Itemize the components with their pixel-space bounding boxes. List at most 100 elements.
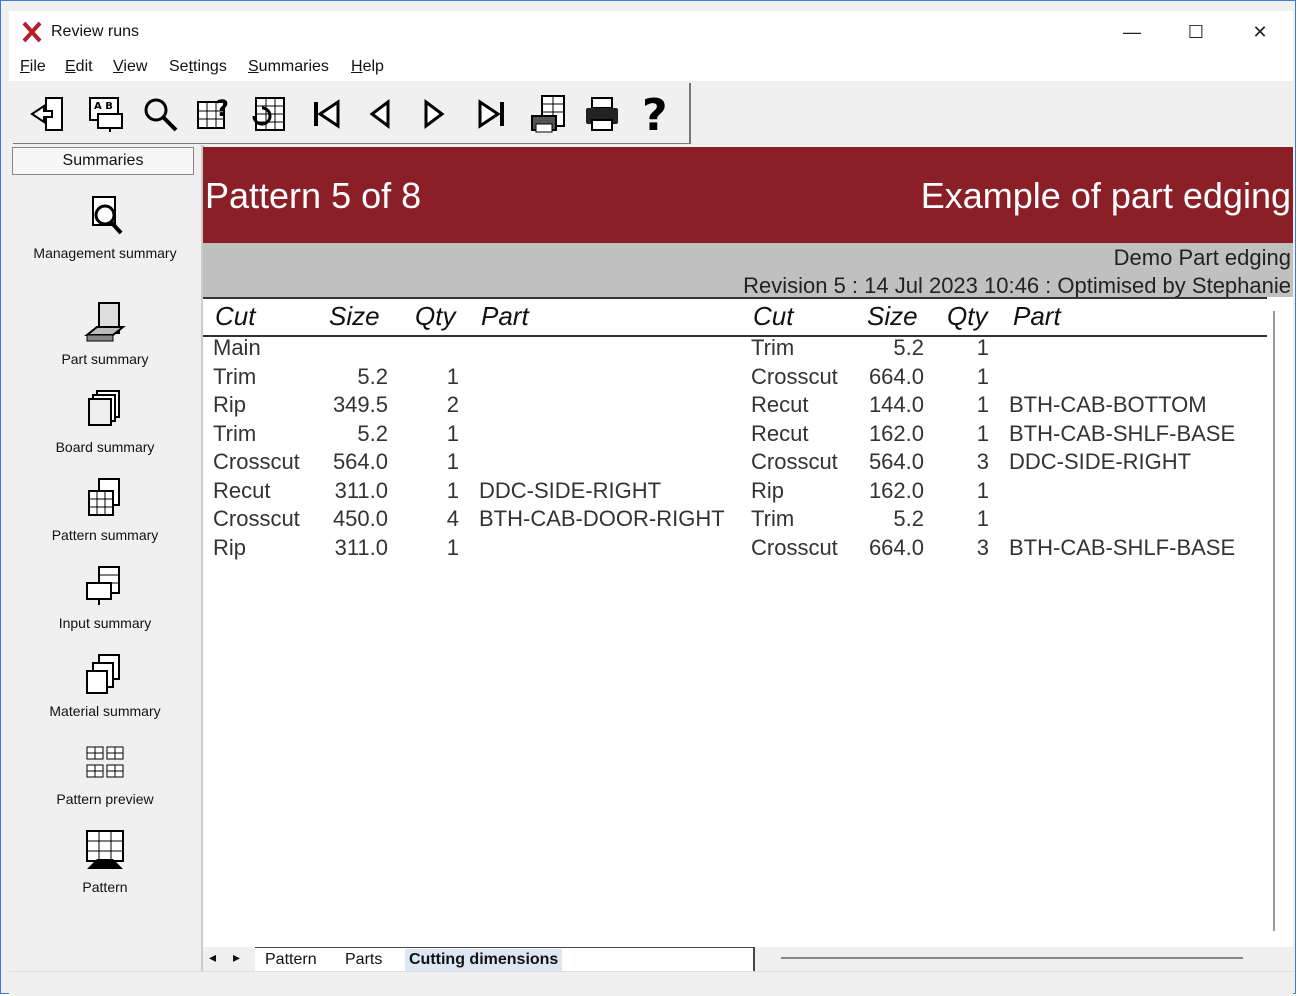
close-button[interactable]: ✕ [1237, 17, 1283, 47]
vertical-scrollbar[interactable] [1273, 311, 1283, 931]
sidebar-item-input-summary[interactable]: Input summary [9, 565, 201, 631]
cell-cut-left: Crosscut [213, 449, 300, 474]
report-info: Demo Part edging Revision 5 : 14 Jul 202… [203, 243, 1293, 298]
table-row: Crosscut 450.0 4 BTH-CAB-DOOR-RIGHT Trim 5.2 1 [203, 506, 1267, 534]
cell-qty-left: 1 [446, 420, 459, 446]
cell-qty-right: 1 [976, 392, 989, 417]
cell-cut-left: Trim [213, 420, 257, 446]
cell-size-left: 450.0 [332, 506, 388, 531]
tab-scroll-right-button[interactable]: ▸ [233, 949, 240, 966]
cell-qty-right: 1 [976, 363, 989, 389]
board-summary-icon [88, 390, 120, 426]
cell-qty-left: 1 [446, 534, 459, 560]
job-description: Demo Part edging [1113, 245, 1291, 270]
cell-qty-right: 3 [976, 534, 989, 560]
sidebar-item-label: Board summary [55, 439, 155, 455]
sidebar-item-pattern-summary[interactable]: Pattern summary [9, 477, 201, 543]
menu-file[interactable]: File [20, 58, 46, 76]
search-icon[interactable] [137, 91, 183, 137]
cell-qty-right: 1 [976, 335, 989, 360]
help-icon[interactable]: ? [633, 91, 679, 137]
cell-part-right: DDC-SIDE-RIGHT [1009, 449, 1192, 474]
table-row: Crosscut 564.0 1 Crosscut 564.0 3 DDC-SIDE-RIG… [203, 449, 1267, 477]
cell-qty-left: 1 [446, 363, 459, 389]
query-icon[interactable]: ? [191, 91, 237, 137]
sidebar-item-part-summary[interactable]: Part summary [9, 301, 201, 367]
cell-part-right: BTH-CAB-BOTTOM [1009, 392, 1207, 417]
app-window: Review runs — ☐ ✕ File Edit View Setting… [0, 0, 1296, 996]
cell-cut-right: Trim [751, 335, 795, 360]
cell-size-right: 664.0 [868, 363, 924, 389]
management-summary-icon [92, 196, 123, 235]
next-icon[interactable] [411, 91, 457, 137]
tab-parts[interactable]: Parts [345, 949, 382, 971]
cell-size-left: 564.0 [332, 449, 388, 474]
tab-scroll-left-button[interactable]: ◂ [209, 949, 216, 966]
job-title: Example of part edging [920, 175, 1291, 216]
sidebar-item-label: Pattern summary [51, 527, 159, 543]
svg-text:A B: A B [94, 101, 113, 112]
table-row: Trim 5.2 1 Crosscut 664.0 1 [203, 364, 1267, 392]
cell-size-right: 5.2 [893, 335, 924, 360]
first-icon[interactable] [303, 91, 349, 137]
revision-info: Revision 5 : 14 Jul 2023 10:46 : Optimis… [743, 273, 1291, 298]
previous-icon[interactable] [357, 91, 403, 137]
maximize-button[interactable]: ☐ [1173, 17, 1219, 47]
print-preview-icon[interactable] [525, 91, 571, 137]
table-header: Cut Size Qty Part Cut Size Qty Part [203, 297, 1267, 337]
status-bar [9, 971, 1293, 996]
menu-settings[interactable]: Settings [169, 58, 227, 76]
cell-size-left: 311.0 [334, 477, 388, 503]
table-row: Recut 311.0 1 DDC-SIDE-RIGHT Rip 162.0 1 [203, 478, 1267, 506]
sidebar-header: Summaries [12, 147, 194, 175]
title-bar: Review runs — ☐ ✕ [9, 11, 1293, 53]
sidebar-item-management-summary[interactable]: Management summary [9, 195, 201, 261]
cell-size-right: 162.0 [868, 420, 924, 446]
sidebar-item-board-summary[interactable]: Board summary [9, 389, 201, 455]
sidebar-item-material-summary[interactable]: Material summary [9, 653, 201, 719]
header-size-right: Size [867, 301, 918, 331]
menu-view[interactable]: View [113, 58, 147, 76]
tab-bar: ◂ ▸ Pattern Parts Cutting dimensions [203, 947, 1293, 972]
sidebar-item-pattern[interactable]: Pattern [9, 829, 201, 895]
exit-icon[interactable] [25, 91, 71, 137]
cell-cut-right: Recut [751, 420, 809, 446]
svg-text:?: ? [642, 94, 668, 134]
refresh-grid-icon[interactable] [245, 91, 291, 137]
cell-cut-left: Trim [213, 363, 257, 389]
material-summary-icon [86, 654, 120, 694]
menu-help[interactable]: Help [351, 58, 384, 76]
header-cut-right: Cut [753, 301, 794, 331]
sheet-tabs: Pattern Parts Cutting dimensions [255, 947, 755, 972]
pattern-summary-icon [88, 478, 120, 516]
cell-cut-right: Crosscut [751, 449, 838, 474]
cell-qty-left: 2 [446, 392, 459, 417]
cell-part-left: BTH-CAB-DOOR-RIGHT [479, 506, 725, 531]
tab-cutting-dimensions[interactable]: Cutting dimensions [405, 949, 563, 971]
horizontal-scrollbar[interactable] [781, 957, 1243, 959]
menu-edit[interactable]: Edit [65, 58, 93, 76]
app-logo-icon [22, 21, 42, 43]
last-icon[interactable] [469, 91, 515, 137]
sidebar-item-label: Management summary [33, 245, 177, 261]
cell-part-right: BTH-CAB-SHLF-BASE [1009, 534, 1236, 560]
pattern-icon [86, 830, 124, 869]
cell-cut-left: Main [213, 335, 261, 360]
header-part-right: Part [1013, 301, 1061, 331]
report-banner: Pattern 5 of 8 Example of part edging [203, 147, 1293, 243]
cell-size-left: 349.5 [332, 392, 388, 417]
print-icon[interactable] [579, 91, 625, 137]
cell-size-right: 664.0 [868, 534, 924, 560]
minimize-button[interactable]: — [1109, 17, 1155, 47]
sidebar-item-label: Input summary [58, 615, 152, 631]
sidebar-item-pattern-preview[interactable]: Pattern preview [9, 741, 201, 807]
tab-pattern[interactable]: Pattern [265, 949, 317, 971]
cell-size-right: 564.0 [868, 449, 924, 474]
sidebar-item-label: Material summary [49, 703, 161, 719]
sidebar-item-label: Pattern preview [56, 791, 154, 807]
menu-bar: File Edit View Settings Summaries Help [9, 53, 1293, 81]
menu-summaries[interactable]: Summaries [248, 58, 329, 76]
labels-icon[interactable]: A B [83, 91, 129, 137]
header-cut-left: Cut [215, 301, 256, 331]
header-part-left: Part [481, 301, 529, 331]
